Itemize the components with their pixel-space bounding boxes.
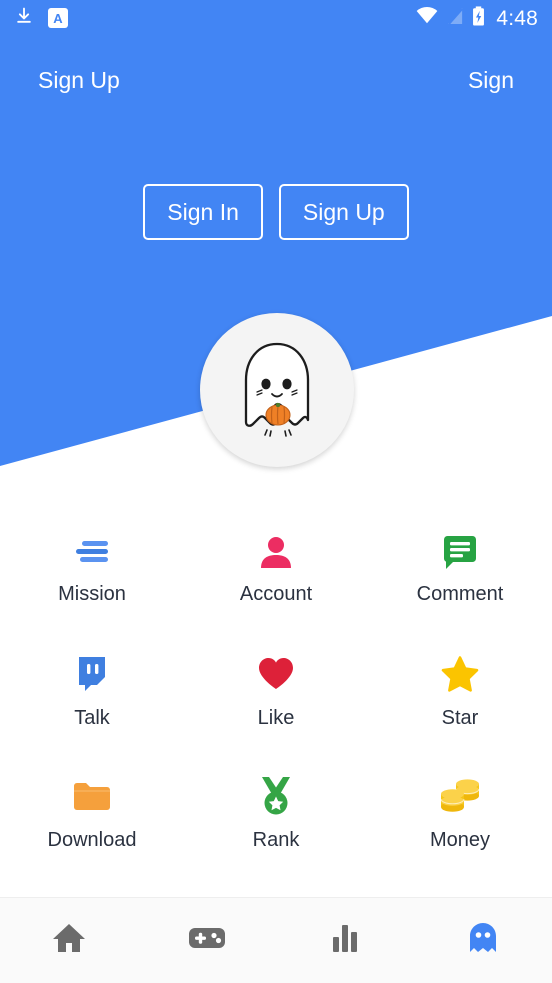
wifi-icon: [416, 6, 438, 30]
grid-item-account[interactable]: Account: [184, 512, 368, 634]
grid-label-like: Like: [257, 707, 295, 729]
grid-label-star: Star: [441, 707, 479, 729]
list-lines-icon: [72, 530, 112, 574]
status-bar: A 4:48: [0, 0, 552, 36]
home-icon: [52, 922, 86, 959]
app-screen: A 4:48 Sign Up Sign Sign In Sign Up Miss…: [0, 0, 552, 983]
grid-label-rank: Rank: [252, 829, 300, 851]
nav-home[interactable]: [0, 898, 138, 983]
ghost-with-pumpkin-icon: [229, 336, 325, 445]
grid-item-download[interactable]: Download: [0, 756, 184, 878]
grid-item-star[interactable]: Star: [368, 634, 552, 756]
grid-label-money: Money: [429, 829, 491, 851]
grid-item-comment[interactable]: Comment: [368, 512, 552, 634]
bar-chart-icon: [331, 923, 359, 958]
nav-games[interactable]: [138, 898, 276, 983]
grid-item-money[interactable]: Money: [368, 756, 552, 878]
battery-charging-icon: [472, 5, 485, 31]
gamepad-icon: [188, 925, 226, 956]
coins-icon: [439, 774, 481, 818]
folder-icon: [72, 774, 112, 818]
shortcut-grid: Mission Account Comment Talk Like Star D…: [0, 512, 552, 878]
grid-label-account: Account: [239, 583, 313, 605]
grid-item-mission[interactable]: Mission: [0, 512, 184, 634]
nav-stats[interactable]: [276, 898, 414, 983]
grid-label-download: Download: [47, 829, 137, 851]
user-avatar[interactable]: [200, 313, 354, 467]
translate-app-icon: A: [48, 8, 68, 28]
heart-icon: [257, 652, 295, 696]
grid-label-talk: Talk: [74, 707, 110, 729]
cellular-signal-icon: [447, 7, 464, 30]
person-icon: [258, 530, 294, 574]
bottom-navigation-bar: [0, 897, 552, 983]
grid-item-rank[interactable]: Rank: [184, 756, 368, 878]
twitch-chat-icon: [75, 652, 109, 696]
sign-in-button[interactable]: Sign In: [143, 184, 263, 240]
download-icon: [14, 6, 34, 31]
header-sign-link[interactable]: Sign: [468, 68, 514, 92]
header-sign-up-link[interactable]: Sign Up: [38, 68, 120, 92]
grid-label-comment: Comment: [416, 583, 504, 605]
app-badge-letter: A: [53, 10, 63, 26]
star-icon: [441, 652, 479, 696]
medal-icon: [257, 774, 295, 818]
status-bar-right-icons: 4:48: [416, 5, 538, 31]
sign-up-button[interactable]: Sign Up: [278, 184, 409, 240]
grid-item-like[interactable]: Like: [184, 634, 368, 756]
speech-bubble-icon: [442, 530, 478, 574]
grid-label-mission: Mission: [58, 583, 126, 605]
nav-profile[interactable]: [414, 898, 552, 983]
header-links: Sign Up Sign: [0, 58, 552, 102]
ghost-icon: [467, 922, 499, 959]
status-bar-clock: 4:48: [496, 6, 538, 30]
grid-item-talk[interactable]: Talk: [0, 634, 184, 756]
auth-button-row: Sign In Sign Up: [0, 184, 552, 240]
status-bar-left-icons: A: [14, 6, 68, 31]
